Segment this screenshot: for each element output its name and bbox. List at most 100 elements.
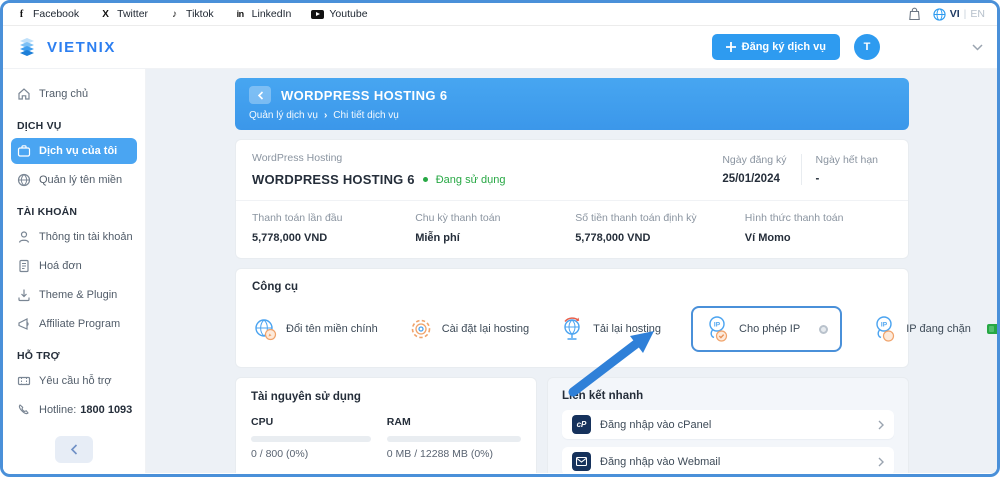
metric-ram: RAM 0 MB / 12288 MB (0%) xyxy=(386,416,521,460)
tool-reinstall-hosting[interactable]: Cài đặt lại hosting xyxy=(408,316,529,342)
download-icon xyxy=(18,289,30,302)
quick-link-webmail[interactable]: Đăng nhập vào Webmail xyxy=(562,447,894,473)
globe-icon xyxy=(17,173,31,187)
vietnix-logo[interactable]: VIETNIX xyxy=(17,36,116,58)
registration-date-label: Ngày đăng ký xyxy=(722,154,787,166)
webmail-icon xyxy=(572,452,591,471)
lang-en[interactable]: EN xyxy=(970,8,985,20)
tool-label: Cho phép IP xyxy=(739,323,801,335)
tool-blocked-ip[interactable]: IP IP đang chặn xyxy=(872,315,997,343)
brand-name: VIETNIX xyxy=(47,38,116,56)
ram-progress-bar xyxy=(386,436,521,442)
resources-card: Tài nguyên sử dụng CPU 0 / 800 (0%) RAM … xyxy=(235,377,537,473)
facebook-link[interactable]: Facebook xyxy=(15,8,79,20)
payment-cycle: Chu kỳ thanh toán Miễn phí xyxy=(415,212,575,244)
blocked-ip-badge-icon xyxy=(986,324,997,334)
app-window: Facebook Twitter Tiktok LinkedIn Youtube… xyxy=(0,0,1000,477)
megaphone-icon xyxy=(18,318,29,330)
expiry-date: Ngày hết hạn - xyxy=(800,154,892,185)
globe-edit-icon xyxy=(255,319,277,341)
payment-label: Hình thức thanh toán xyxy=(744,212,844,224)
resources-title: Tài nguyên sử dụng xyxy=(251,391,361,403)
back-button[interactable] xyxy=(249,86,271,104)
service-name: WORDPRESS HOSTING 6 xyxy=(252,172,415,187)
tool-reload-hosting[interactable]: Tải lại hosting xyxy=(559,316,661,342)
metric-label: CPU xyxy=(251,416,274,428)
expiry-date-value: - xyxy=(815,173,820,185)
sidebar-section-account: TÀI KHOẢN xyxy=(17,206,78,218)
lang-vi[interactable]: VI xyxy=(950,8,960,20)
linkedin-link[interactable]: LinkedIn xyxy=(234,8,292,20)
sidebar-item-support-request[interactable]: Yêu cầu hỗ trợ xyxy=(11,368,137,394)
tiktok-label: Tiktok xyxy=(186,8,214,20)
sidebar-section-support: HỖ TRỢ xyxy=(17,350,60,362)
sidebar-collapse-button[interactable] xyxy=(55,436,93,463)
sidebar-item-invoices[interactable]: Hoá đơn xyxy=(11,253,137,279)
tool-change-primary-domain[interactable]: Đổi tên miền chính xyxy=(252,316,378,342)
pin-blocked-icon: IP xyxy=(876,316,895,342)
twitter-icon xyxy=(99,9,112,20)
page-title: WORDPRESS HOSTING 6 xyxy=(281,87,448,103)
chevron-down-icon[interactable] xyxy=(972,43,983,51)
ticket-icon xyxy=(17,376,31,386)
sidebar-item-account-info[interactable]: Thông tin tài khoản xyxy=(11,224,137,250)
quick-link-cpanel[interactable]: cP Đăng nhập vào cPanel xyxy=(562,410,894,439)
metric-cpu: CPU 0 / 800 (0%) xyxy=(251,416,371,460)
payment-value: 5,778,000 VND xyxy=(575,232,651,244)
payment-label: Thanh toán lần đầu xyxy=(252,212,343,224)
tiktok-link[interactable]: Tiktok xyxy=(168,8,214,20)
tool-label: IP đang chặn xyxy=(906,323,971,335)
chevron-right-icon xyxy=(878,457,884,467)
breadcrumb-current: Chi tiết dịch vụ xyxy=(333,110,399,121)
linkedin-icon xyxy=(234,9,247,20)
payment-label: Số tiền thanh toán định kỳ xyxy=(575,212,697,224)
tool-allow-ip[interactable]: IP Cho phép IP xyxy=(705,315,800,343)
sidebar-item-affiliate[interactable]: Affiliate Program xyxy=(11,311,137,337)
cpanel-icon-text: cP xyxy=(576,420,587,429)
social-topbar: Facebook Twitter Tiktok LinkedIn Youtube… xyxy=(3,3,997,26)
sidebar-item-hotline[interactable]: Hotline: 1800 1093 xyxy=(11,397,137,423)
quick-links-card: Liên kết nhanh cP Đăng nhập vào cPanel Đ… xyxy=(547,377,909,473)
tool-label: Cài đặt lại hosting xyxy=(441,323,530,335)
plus-icon xyxy=(725,42,736,52)
briefcase-icon xyxy=(17,145,31,157)
language-switcher[interactable]: VI | EN xyxy=(933,7,985,21)
sidebar-item-my-services[interactable]: Dịch vụ của tôi xyxy=(11,138,137,164)
metric-processes: Number of Processes xyxy=(387,472,521,473)
youtube-link[interactable]: Youtube xyxy=(311,8,368,20)
metric-label: Number of Processes xyxy=(387,472,521,473)
register-service-label: Đăng ký dịch vụ xyxy=(741,41,826,53)
sidebar-item-label: Affiliate Program xyxy=(39,318,121,330)
sidebar-item-label: Trang chủ xyxy=(39,88,89,100)
tool-allow-ip-highlight: IP Cho phép IP xyxy=(691,306,843,352)
payment-value: Ví Momo xyxy=(744,232,791,244)
metric-value: 0 MB / 12288 MB (0%) xyxy=(386,448,494,460)
user-icon xyxy=(18,231,30,243)
twitter-label: Twitter xyxy=(117,8,149,20)
quick-link-label: Đăng nhập vào cPanel xyxy=(600,418,712,431)
breadcrumb-separator: › xyxy=(323,110,328,121)
sidebar-item-label: Yêu cầu hỗ trợ xyxy=(39,375,112,387)
hotline-number: 1800 1093 xyxy=(80,404,133,416)
quick-links-title: Liên kết nhanh xyxy=(562,390,644,402)
chevron-left-icon xyxy=(70,444,78,455)
payment-value: Miễn phí xyxy=(415,232,460,244)
breadcrumb-parent[interactable]: Quản lý dịch vụ xyxy=(249,110,318,121)
sidebar-item-home[interactable]: Trang chủ xyxy=(11,81,137,107)
payment-value: 5,778,000 VND xyxy=(252,232,328,244)
pin-check-icon: IP xyxy=(709,316,728,342)
sidebar: Trang chủ DỊCH VỤ Dịch vụ của tôi Quản l… xyxy=(3,69,146,473)
status-dot xyxy=(422,177,428,182)
chevron-left-icon xyxy=(257,90,263,100)
sidebar-item-domains[interactable]: Quản lý tên miền xyxy=(11,167,137,193)
service-card: WordPress Hosting WORDPRESS HOSTING 6 Đa… xyxy=(235,139,909,259)
social-links: Facebook Twitter Tiktok LinkedIn Youtube xyxy=(15,8,368,20)
sidebar-item-theme-plugin[interactable]: Theme & Plugin xyxy=(11,282,137,308)
tool-label: Đổi tên miền chính xyxy=(286,323,378,335)
app-header: VIETNIX Đăng ký dịch vụ T xyxy=(3,26,997,69)
user-avatar[interactable]: T xyxy=(854,34,880,60)
register-service-button[interactable]: Đăng ký dịch vụ xyxy=(711,34,840,60)
twitter-link[interactable]: Twitter xyxy=(99,8,148,20)
payment-recurring: Số tiền thanh toán định kỳ 5,778,000 VND xyxy=(575,212,745,244)
cart-icon[interactable] xyxy=(908,7,921,21)
